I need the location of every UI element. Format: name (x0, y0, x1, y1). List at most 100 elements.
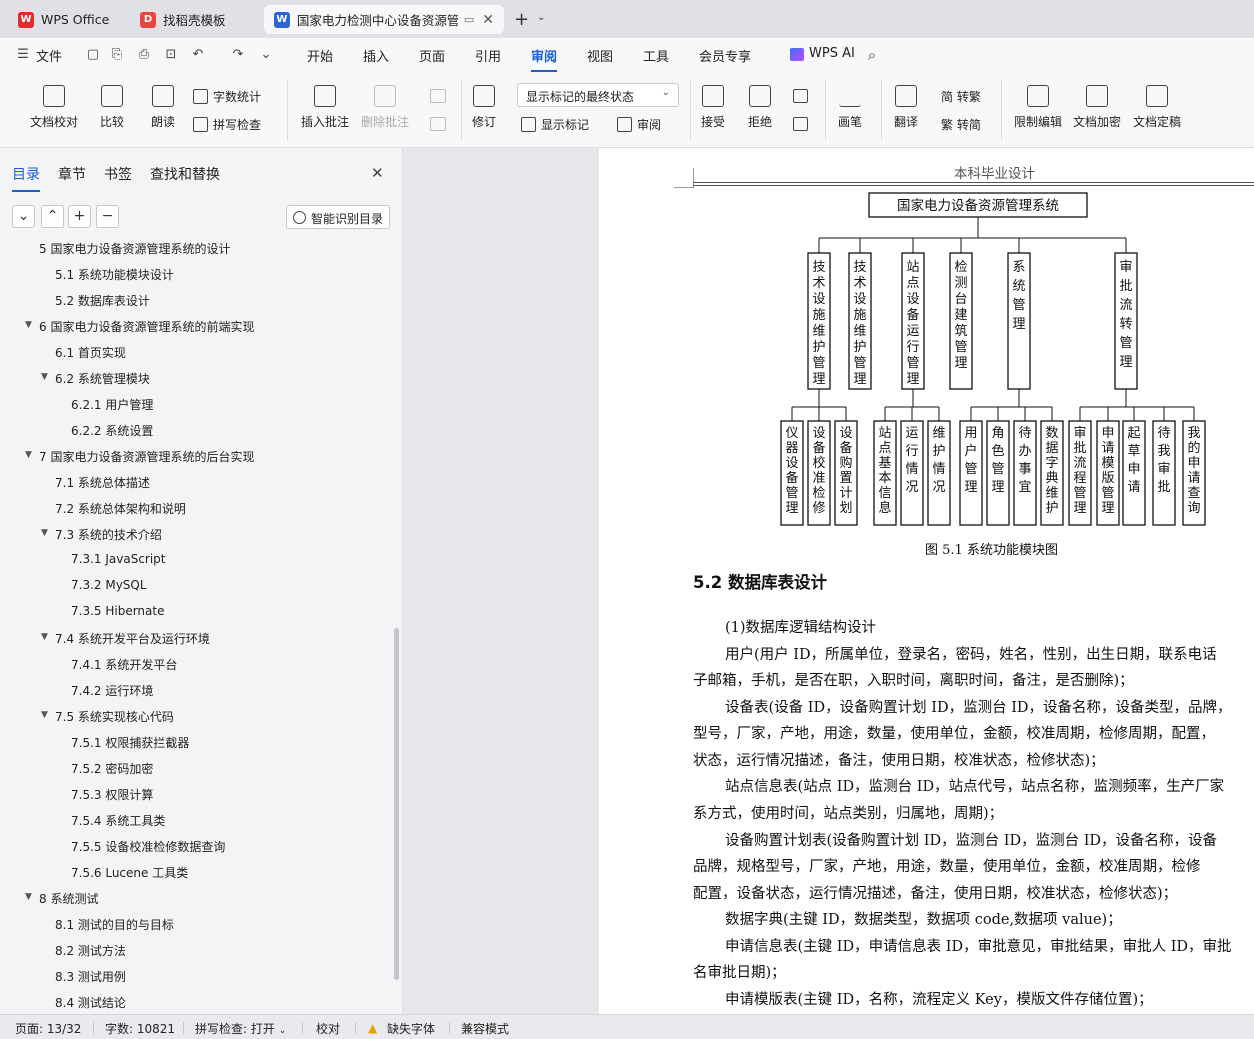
toc-item[interactable]: 5.1 系统功能模块设计 (55, 266, 174, 283)
to-traditional-button[interactable]: 简 转繁 (941, 88, 981, 105)
menu-file[interactable]: 文件 (36, 46, 62, 65)
expand-toggle-icon[interactable]: ▼ (41, 372, 48, 382)
expand-toggle-icon[interactable]: ▼ (25, 892, 32, 902)
chevron-down-icon[interactable]: ⌄ (537, 12, 545, 23)
tab-bookmark[interactable]: 书签 (104, 164, 132, 184)
export-icon[interactable]: ⎘ (109, 47, 125, 63)
expand-toggle-icon[interactable]: ▼ (41, 632, 48, 642)
toc-item[interactable]: 7.3.2 MySQL (71, 578, 147, 592)
show-markup-button[interactable]: 显示标记 (521, 116, 589, 133)
expand-toggle-icon[interactable]: ▼ (41, 528, 48, 538)
toc-item[interactable]: 6.2 系统管理模块 (55, 370, 150, 387)
tab-toc[interactable]: 目录 (12, 164, 40, 192)
to-simplified-button[interactable]: 繁 转简 (941, 116, 981, 133)
spell-check-indicator[interactable]: 拼写检查: 打开 ⌄ (195, 1020, 286, 1037)
menu-member[interactable]: 会员专享 (699, 46, 751, 65)
toc-item[interactable]: 6 国家电力设备资源管理系统的前端实现 (39, 318, 254, 335)
print-preview-icon[interactable]: ⊡ (163, 47, 179, 63)
menu-start[interactable]: 开始 (307, 46, 333, 65)
reject-button[interactable]: 拒绝 (748, 85, 772, 130)
toc-item[interactable]: 7.4 系统开发平台及运行环境 (55, 630, 210, 647)
tab-document[interactable]: W 国家电力检测中心设备资源管 ▭ ✕ (264, 5, 504, 34)
hamburger-icon[interactable]: ☰ (15, 47, 31, 63)
collapse-all-button[interactable]: ⌃ (41, 205, 64, 228)
read-aloud-button[interactable]: 朗读 (151, 85, 175, 130)
toc-item[interactable]: 7.4.2 运行环境 (71, 682, 153, 699)
toc-item[interactable]: 8.3 测试用例 (55, 968, 126, 985)
tab-find-replace[interactable]: 查找和替换 (150, 164, 220, 184)
toc-item[interactable]: 8.2 测试方法 (55, 942, 126, 959)
window-icon[interactable]: ▭ (464, 13, 474, 26)
expand-toggle-icon[interactable]: ▼ (41, 710, 48, 720)
markup-state-select[interactable]: 显示标记的最终状态 ⌄ (517, 83, 679, 107)
toc-item[interactable]: 7.5 系统实现核心代码 (55, 708, 174, 725)
toc-item[interactable]: 7.5.3 权限计算 (71, 786, 153, 803)
finalize-button[interactable]: 文档定稿 (1133, 85, 1181, 130)
close-tab-icon[interactable]: ✕ (482, 12, 494, 28)
toc-item[interactable]: 8.1 测试的目的与目标 (55, 916, 174, 933)
toc-item[interactable]: 7.3 系统的技术介绍 (55, 526, 162, 543)
page-indicator[interactable]: 页面: 13/32 (15, 1020, 81, 1037)
next-change-icon[interactable] (793, 117, 808, 131)
menu-reference[interactable]: 引用 (475, 46, 501, 65)
toc-item[interactable]: 8.4 测试结论 (55, 994, 126, 1011)
compat-mode-indicator[interactable]: 兼容模式 (461, 1020, 509, 1037)
toc-item[interactable]: 7.5.1 权限捕获拦截器 (71, 734, 189, 751)
search-icon[interactable]: ⌕ (864, 47, 880, 63)
expand-toggle-icon[interactable]: ▼ (25, 450, 32, 460)
remove-heading-button[interactable]: − (96, 205, 119, 228)
menu-page[interactable]: 页面 (419, 46, 445, 65)
menu-tools[interactable]: 工具 (643, 46, 669, 65)
undo-icon[interactable]: ↶ (190, 47, 206, 63)
review-pane-button[interactable]: 审阅 (617, 116, 661, 133)
menu-review[interactable]: 审阅 (531, 46, 558, 72)
smart-toc-button[interactable]: 智能识别目录 (286, 205, 390, 229)
toc-item[interactable]: 7.1 系统总体描述 (55, 474, 150, 491)
insert-comment-button[interactable]: 插入批注 (301, 85, 349, 130)
word-count-indicator[interactable]: 字数: 10821 (105, 1020, 175, 1037)
toc-item[interactable]: 5 国家电力设备资源管理系统的设计 (39, 240, 230, 257)
revise-button[interactable]: 修订 (472, 85, 496, 130)
tab-template[interactable]: D 找稻壳模板 (130, 5, 260, 34)
add-heading-button[interactable]: + (68, 205, 91, 228)
translate-button[interactable]: 翻译 (894, 85, 918, 130)
new-tab-icon[interactable]: + (514, 9, 529, 30)
redo-icon[interactable]: ↷ (230, 47, 246, 63)
print-icon[interactable]: ⎙ (136, 47, 152, 63)
pen-button[interactable]: 画笔 (838, 85, 862, 130)
accept-button[interactable]: 接受 (701, 85, 725, 130)
missing-font-indicator[interactable]: 缺失字体 (387, 1020, 435, 1037)
expand-toggle-icon[interactable]: ▼ (25, 320, 32, 330)
restrict-edit-button[interactable]: 限制编辑 (1014, 85, 1062, 130)
next-comment-icon[interactable] (430, 117, 446, 131)
compare-button[interactable]: 比较 (100, 85, 124, 130)
proof-indicator[interactable]: 校对 (316, 1020, 340, 1037)
encrypt-button[interactable]: 文档加密 (1073, 85, 1121, 130)
toc-item[interactable]: 6.2.2 系统设置 (71, 422, 153, 439)
save-icon[interactable]: ▢ (85, 47, 101, 63)
more-chevron-icon[interactable]: ⌄ (258, 47, 274, 63)
tab-chapter[interactable]: 章节 (58, 164, 86, 184)
toc-item[interactable]: 7.5.4 系统工具类 (71, 812, 165, 829)
doc-check-button[interactable]: 文档校对 (30, 85, 78, 130)
toc-item[interactable]: 5.2 数据库表设计 (55, 292, 150, 309)
toc-item[interactable]: 6.2.1 用户管理 (71, 396, 153, 413)
spell-check-button[interactable]: 拼写检查 (193, 116, 261, 133)
toc-item[interactable]: 7.5.6 Lucene 工具类 (71, 864, 188, 881)
toc-item[interactable]: 6.1 首页实现 (55, 344, 126, 361)
close-panel-icon[interactable]: ✕ (371, 164, 384, 182)
menu-view[interactable]: 视图 (587, 46, 613, 65)
toc-item[interactable]: 7.3.5 Hibernate (71, 604, 164, 618)
menu-insert[interactable]: 插入 (363, 46, 389, 65)
toc-item[interactable]: 7 国家电力设备资源管理系统的后台实现 (39, 448, 254, 465)
word-count-button[interactable]: 字数统计 (193, 88, 261, 105)
toc-item[interactable]: 8 系统测试 (39, 890, 98, 907)
menu-wps-ai[interactable]: WPS AI (809, 46, 855, 61)
prev-comment-icon[interactable] (430, 89, 446, 103)
delete-comment-button[interactable]: 删除批注 (361, 85, 409, 130)
prev-change-icon[interactable] (793, 89, 808, 103)
expand-all-button[interactable]: ⌄ (12, 205, 35, 228)
toc-item[interactable]: 7.3.1 JavaScript (71, 552, 166, 566)
document-page[interactable]: 本科毕业设计 国家电力设备资源管理系统 技术设施维护管理 技术设施维护管理 站点设备运… (599, 148, 1254, 1014)
toc-scrollbar[interactable] (394, 628, 399, 980)
